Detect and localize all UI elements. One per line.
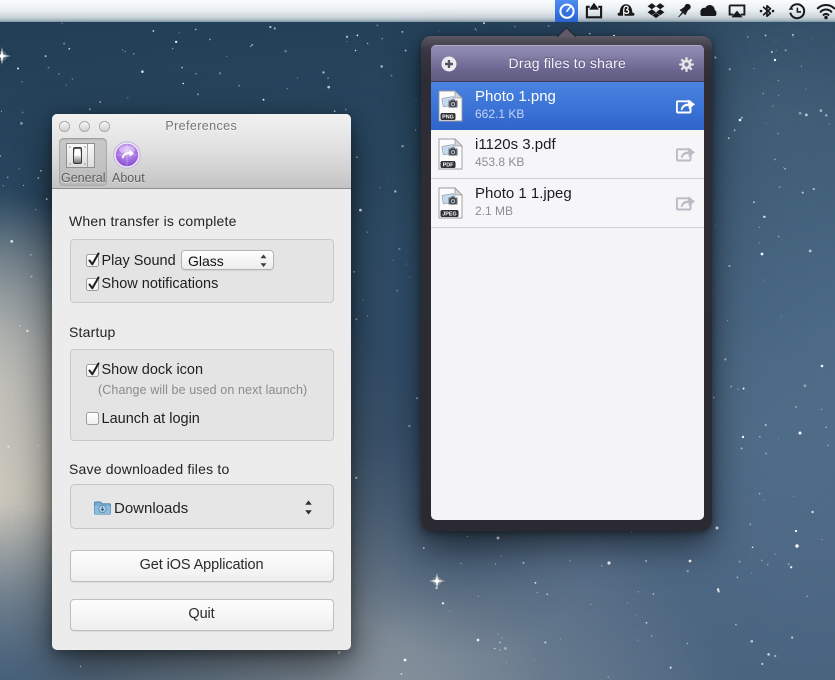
svg-text:JPEG: JPEG: [442, 212, 456, 218]
svg-text:PNG: PNG: [442, 115, 454, 121]
svg-text:PDF: PDF: [443, 163, 454, 169]
